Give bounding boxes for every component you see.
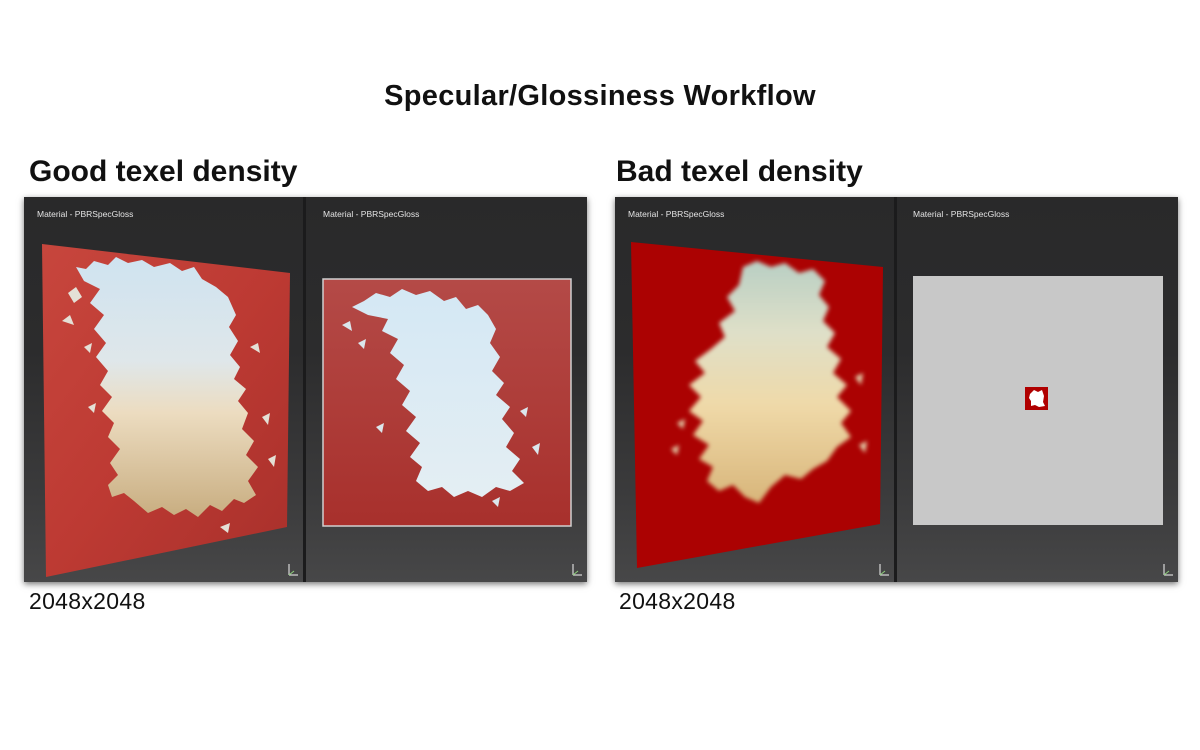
axis-gizmo-icon — [879, 564, 889, 576]
viewport-3d-bad[interactable]: Material - PBRSpecGloss — [615, 197, 894, 582]
viewport-header: Material - PBRSpecGloss — [37, 209, 134, 219]
screenshot-good: Material - PBRSpecGloss Material - PBRSp… — [24, 197, 587, 582]
screenshot-bad: Material - PBRSpecGloss Material - PBRSp… — [615, 197, 1178, 582]
viewport-uv-bad[interactable]: Material - PBRSpecGloss — [897, 197, 1178, 582]
texture-resolution-bad: 2048x2048 — [619, 588, 736, 614]
section-heading-good: Good texel density — [29, 155, 298, 188]
uv-texture-good — [322, 278, 572, 527]
uv-texture-bad — [913, 276, 1163, 525]
section-heading-bad: Bad texel density — [616, 155, 863, 188]
textured-plane-good — [42, 244, 290, 577]
slide: Specular/Glossiness Workflow Good texel … — [0, 0, 1200, 750]
textured-plane-bad — [631, 242, 883, 568]
axis-gizmo-icon — [572, 564, 582, 576]
axis-gizmo-icon — [288, 564, 298, 576]
viewport-header: Material - PBRSpecGloss — [913, 209, 1010, 219]
viewport-3d-good[interactable]: Material - PBRSpecGloss — [24, 197, 303, 582]
viewport-uv-good[interactable]: Material - PBRSpecGloss — [306, 197, 587, 582]
slide-title: Specular/Glossiness Workflow — [384, 80, 816, 112]
texture-resolution-good: 2048x2048 — [29, 588, 146, 614]
viewport-header: Material - PBRSpecGloss — [323, 209, 420, 219]
viewport-header: Material - PBRSpecGloss — [628, 209, 725, 219]
axis-gizmo-icon — [1163, 564, 1173, 576]
